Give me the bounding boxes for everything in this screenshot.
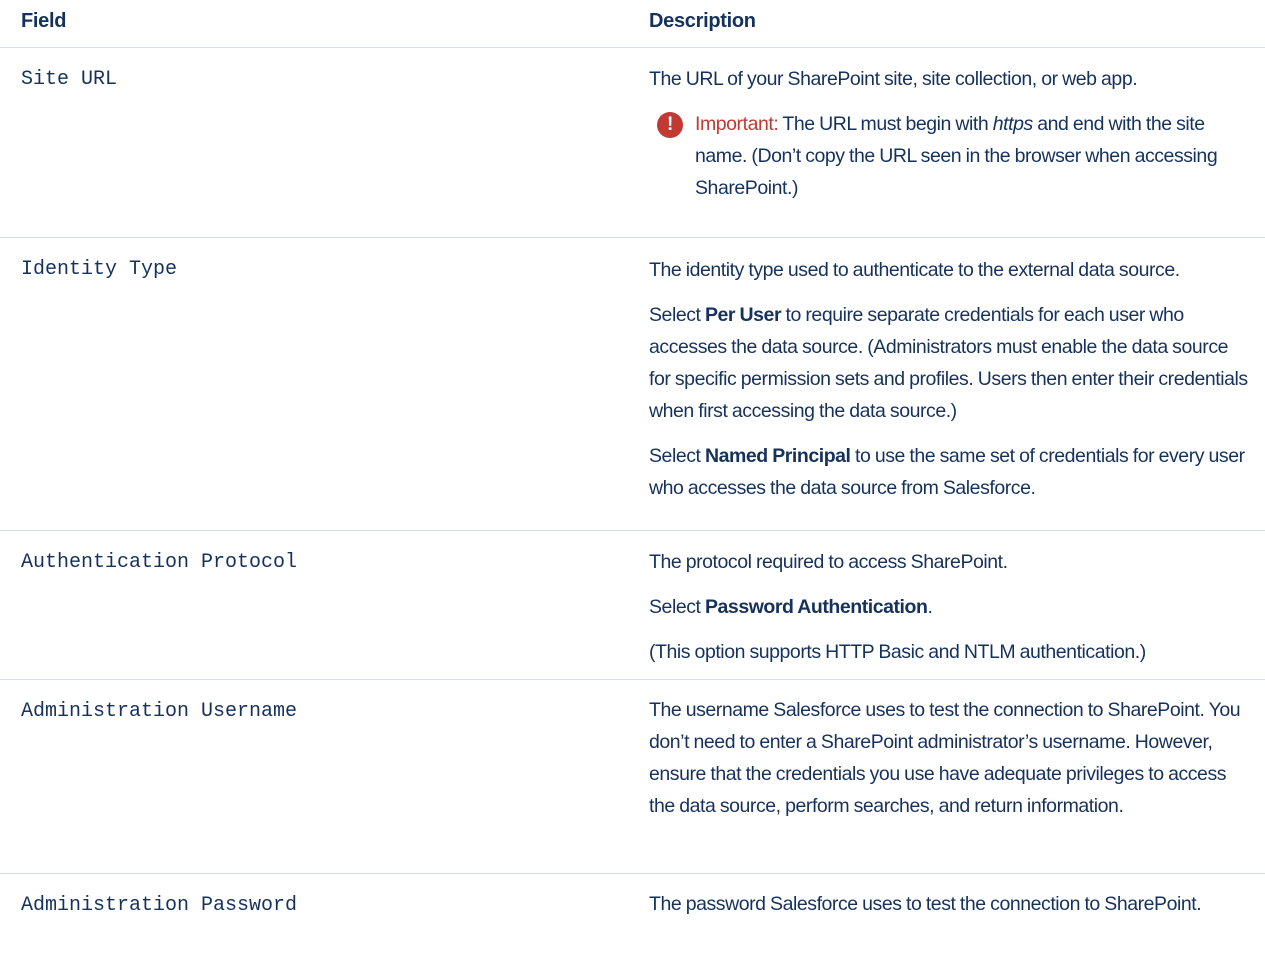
- description-text: The identity type used to authenticate t…: [649, 259, 1180, 281]
- description-text: Select Per User to require separate cred…: [649, 299, 1249, 427]
- table-header: Field Description: [0, 0, 1265, 48]
- table-row-administration-password: Administration Password The password Sal…: [0, 874, 1265, 964]
- header-description: Description: [649, 10, 756, 32]
- option-per-user: Per User: [704, 304, 782, 326]
- important-note: ! Important: The URL must begin with http…: [649, 108, 1249, 204]
- header-field: Field: [21, 10, 67, 32]
- important-text: The URL must begin with: [778, 113, 993, 135]
- field-administration-password: Administration Password: [21, 894, 298, 917]
- description-text: The protocol required to access SharePoi…: [649, 551, 1008, 573]
- text: Select: [649, 445, 705, 467]
- description-administration-username: The username Salesforce uses to test the…: [649, 694, 1249, 822]
- field-administration-username: Administration Username: [21, 700, 298, 723]
- option-named-principal: Named Principal: [704, 445, 851, 467]
- text: Select: [649, 304, 705, 326]
- description-identity-type: The identity type used to authenticate t…: [649, 254, 1249, 504]
- table-row-authentication-protocol: Authentication Protocol The protocol req…: [0, 531, 1265, 680]
- field-site-url: Site URL: [21, 68, 118, 91]
- field-description-table: Field Description Site URL The URL of yo…: [0, 0, 1265, 964]
- description-site-url: The URL of your SharePoint site, site co…: [649, 63, 1249, 204]
- text: Select: [649, 596, 705, 618]
- table-row-administration-username: Administration Username The username Sal…: [0, 680, 1265, 874]
- field-identity-type: Identity Type: [21, 258, 178, 281]
- exclamation-circle-icon: !: [657, 112, 683, 138]
- description-text: The URL of your SharePoint site, site co…: [649, 68, 1138, 90]
- description-text: Select Password Authentication.: [649, 591, 1249, 623]
- description-authentication-protocol: The protocol required to access SharePoi…: [649, 546, 1249, 668]
- table-row-identity-type: Identity Type The identity type used to …: [0, 238, 1265, 531]
- description-text: (This option supports HTTP Basic and NTL…: [649, 641, 1146, 663]
- description-text: The password Salesforce uses to test the…: [649, 893, 1202, 915]
- important-label: Important:: [695, 113, 779, 135]
- important-italic: https: [992, 113, 1033, 135]
- description-text: Select Named Principal to use the same s…: [649, 440, 1249, 504]
- description-text: The username Salesforce uses to test the…: [649, 699, 1241, 817]
- table-row-site-url: Site URL The URL of your SharePoint site…: [0, 48, 1265, 238]
- text: .: [927, 596, 933, 618]
- option-password-authentication: Password Authentication: [704, 596, 928, 618]
- description-administration-password: The password Salesforce uses to test the…: [649, 888, 1249, 920]
- field-authentication-protocol: Authentication Protocol: [21, 551, 298, 574]
